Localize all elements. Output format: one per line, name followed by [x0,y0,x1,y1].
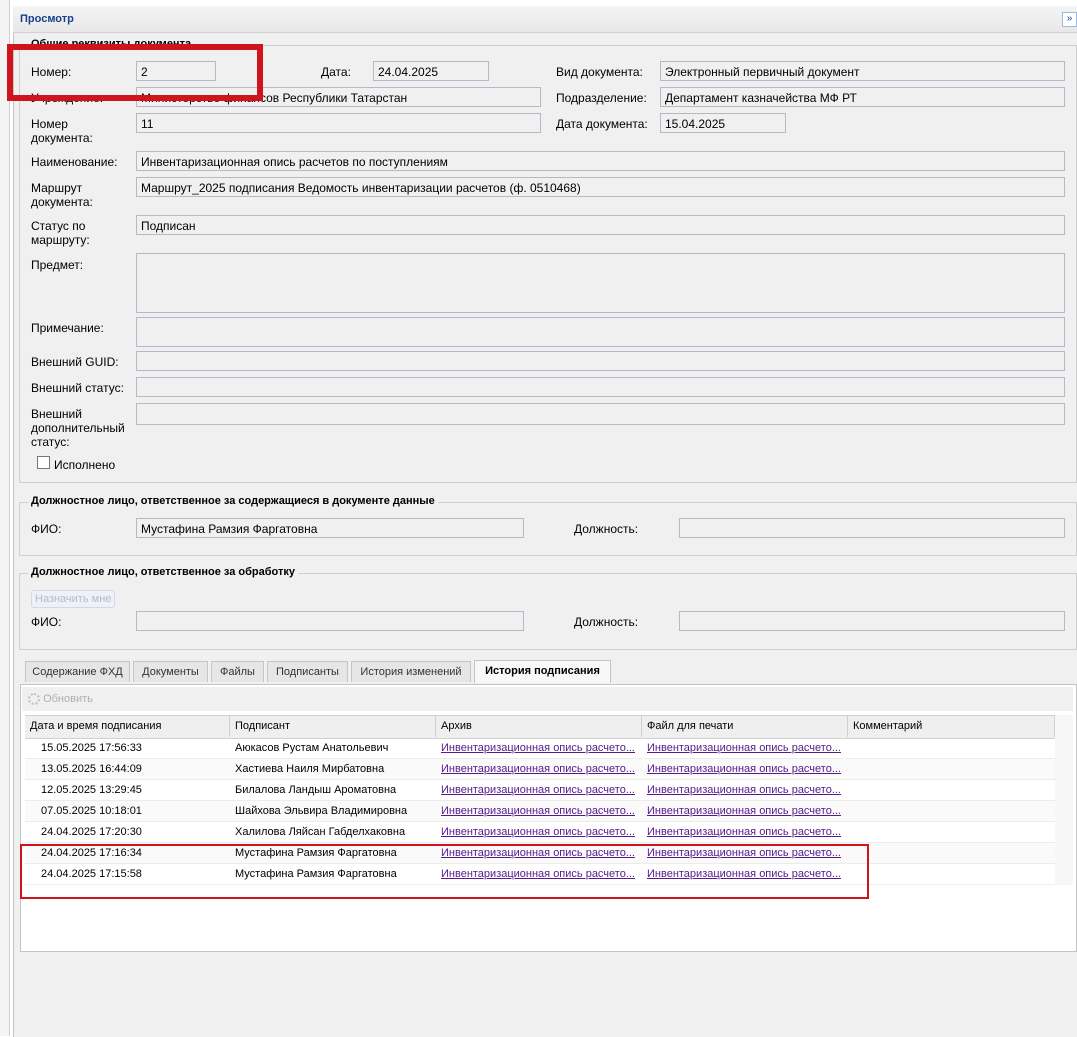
name-label: Наименование: [31,155,118,169]
cell-print-file[interactable]: Инвентаризационная опись расчето... [642,822,848,843]
cell-print-file[interactable]: Инвентаризационная опись расчето... [642,738,848,759]
table-row[interactable]: 15.05.2025 17:56:33 Аюкасов Рустам Анатол… [25,738,1055,759]
column-header-archive[interactable]: Архив [436,715,642,737]
cell-archive[interactable]: Инвентаризационная опись расчето... [436,822,642,843]
cell-archive[interactable]: Инвентаризационная опись расчето... [436,780,642,801]
predmet-label: Предмет: [31,258,84,272]
responsible-data-legend: Должностное лицо, ответственное за содер… [28,495,438,507]
proc-position-label: Должность: [574,615,639,629]
resp-fio-label: ФИО: [31,522,62,536]
cell-comment [848,801,1055,822]
cell-datetime: 12.05.2025 13:29:45 [41,784,142,796]
cell-signer: Аюкасов Рустам Анатольевич [235,742,389,754]
cell-signer: Хастиева Наиля Мирбатовна [235,763,385,775]
left-strip [0,0,10,1036]
done-label: Исполнено [54,458,116,472]
guid-label: Внешний GUID: [31,355,119,369]
ext-add-field[interactable] [136,403,1065,425]
grid-scrollbar[interactable] [1055,715,1073,885]
cell-comment [848,843,1055,864]
proc-position-field[interactable] [679,611,1065,631]
grid-toolbar [22,687,1073,711]
highlight-nomer [7,44,263,101]
responsible-processing-legend: Должностное лицо, ответственное за обраб… [28,566,298,578]
column-header-datetime[interactable]: Дата и время подписания [25,715,230,737]
route-label-2: документа: [31,195,93,209]
ext-add-label-2: дополнительный [31,421,125,435]
cell-signer: Халилова Ляйсан Габделхаковна [235,826,406,838]
panel-header [13,6,1077,33]
cell-archive[interactable]: Инвентаризационная опись расчето... [436,801,642,822]
resp-fio-field[interactable]: Мустафина Рамзия Фаргатовна [136,518,524,538]
note-label: Примечание: [31,321,104,335]
cell-comment [848,759,1055,780]
predmet-field[interactable] [136,253,1065,313]
data-doc-label: Дата документа: [556,117,648,131]
data-doc-field[interactable]: 15.04.2025 [660,113,786,133]
note-field[interactable] [136,317,1065,347]
data-field[interactable]: 24.04.2025 [373,61,489,81]
cell-signer: Шайхова Эльвира Владимировна [235,805,408,817]
status-label-2: маршруту: [31,233,90,247]
cell-datetime: 15.05.2025 17:56:33 [41,742,142,754]
ext-add-label-1: Внешний [31,407,82,421]
cell-comment [848,864,1055,885]
status-label-1: Статус по [31,219,86,233]
cell-comment [848,738,1055,759]
guid-field[interactable] [136,351,1065,371]
column-header-signer[interactable]: Подписант [230,715,436,737]
cell-print-file[interactable]: Инвентаризационная опись расчето... [642,780,848,801]
highlight-rows [20,844,869,899]
table-row[interactable]: 07.05.2025 10:18:01 Шайхова Эльвира Влади… [25,801,1055,822]
cell-archive[interactable]: Инвентаризационная опись расчето... [436,759,642,780]
nomer-doc-label-1: Номер [31,117,68,131]
podr-field[interactable]: Департамент казначейства МФ РТ [660,87,1065,107]
vid-field[interactable]: Электронный первичный документ [660,61,1065,81]
collapse-icon[interactable]: » [1062,12,1077,27]
route-label-1: Маршрут [31,181,83,195]
refresh-icon [28,693,40,705]
panel-title: Просмотр [20,13,74,25]
status-field[interactable]: Подписан [136,215,1065,235]
nomer-doc-label-2: документа: [31,131,93,145]
tab-fhd-content[interactable]: Содержание ФХД [25,661,130,682]
tab-change-history[interactable]: История изменений [351,661,471,682]
column-header-comment[interactable]: Комментарий [848,715,1055,737]
refresh-button[interactable]: Обновить [28,693,93,705]
resp-position-field[interactable] [679,518,1065,538]
table-row[interactable]: 12.05.2025 13:29:45 Билалова Ландыш Арома… [25,780,1055,801]
ext-status-field[interactable] [136,377,1065,397]
cell-comment [848,780,1055,801]
ext-status-label: Внешний статус: [31,381,124,395]
column-header-print-file[interactable]: Файл для печати [642,715,848,737]
table-row[interactable]: 13.05.2025 16:44:09 Хастиева Наиля Мирбат… [25,759,1055,780]
cell-signer: Билалова Ландыш Ароматовна [235,784,397,796]
tab-signers[interactable]: Подписанты [267,661,348,682]
done-checkbox[interactable] [37,456,50,469]
table-row[interactable]: 24.04.2025 17:20:30 Халилова Ляйсан Габде… [25,822,1055,843]
refresh-label: Обновить [43,693,93,705]
cell-print-file[interactable]: Инвентаризационная опись расчето... [642,759,848,780]
ext-add-label-3: статус: [31,435,70,449]
podr-label: Подразделение: [556,91,647,105]
cell-comment [848,822,1055,843]
data-label: Дата: [321,65,351,79]
cell-print-file[interactable]: Инвентаризационная опись расчето... [642,801,848,822]
assign-to-me-button[interactable]: Назначить мне [31,590,116,608]
tab-files[interactable]: Файлы [211,661,264,682]
route-field[interactable]: Маршрут_2025 подписания Ведомость инвент… [136,177,1065,197]
cell-archive[interactable]: Инвентаризационная опись расчето... [436,738,642,759]
cell-datetime: 24.04.2025 17:20:30 [41,826,142,838]
proc-fio-label: ФИО: [31,615,62,629]
cell-datetime: 13.05.2025 16:44:09 [41,763,142,775]
resp-position-label: Должность: [574,522,639,536]
tab-documents[interactable]: Документы [133,661,208,682]
name-field[interactable]: Инвентаризационная опись расчетов по пос… [136,151,1065,171]
vid-label: Вид документа: [556,65,643,79]
tab-signing-history[interactable]: История подписания [474,660,611,683]
proc-fio-field[interactable] [136,611,524,631]
nomer-doc-field[interactable]: 11 [136,113,541,133]
cell-datetime: 07.05.2025 10:18:01 [41,805,142,817]
